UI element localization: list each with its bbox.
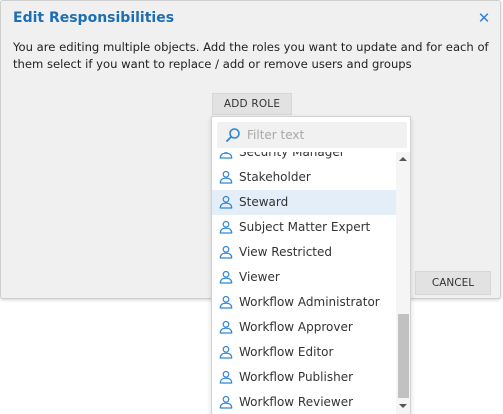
role-list-item-workflow-administrator[interactable]: Workflow Administrator bbox=[212, 290, 396, 315]
dialog-title: Edit Responsibilities bbox=[13, 10, 175, 26]
close-icon[interactable]: ✕ bbox=[476, 9, 492, 27]
role-label: Security Manager bbox=[239, 152, 345, 159]
person-icon bbox=[219, 170, 233, 184]
scrollbar[interactable] bbox=[396, 152, 410, 414]
person-icon bbox=[219, 345, 233, 359]
search-icon bbox=[226, 128, 240, 142]
role-dropdown: Filter text Security Manager Stakeholder… bbox=[211, 116, 411, 414]
role-list-viewport: Security Manager Stakeholder Steward Sub… bbox=[212, 152, 396, 414]
role-list-item-subject-matter-expert[interactable]: Subject Matter Expert bbox=[212, 215, 396, 240]
filter-placeholder: Filter text bbox=[247, 128, 305, 142]
role-list-item-workflow-approver[interactable]: Workflow Approver bbox=[212, 315, 396, 340]
person-icon bbox=[219, 395, 233, 409]
role-label: Workflow Reviewer bbox=[239, 395, 354, 409]
role-label: Workflow Publisher bbox=[239, 370, 354, 384]
add-role-button[interactable]: ADD ROLE bbox=[212, 93, 292, 115]
role-list-item-security-manager[interactable]: Security Manager bbox=[212, 152, 396, 165]
role-label: Viewer bbox=[239, 270, 280, 284]
person-icon bbox=[219, 195, 233, 209]
role-label: View Restricted bbox=[239, 245, 332, 259]
role-list-item-workflow-publisher[interactable]: Workflow Publisher bbox=[212, 365, 396, 390]
role-label: Workflow Approver bbox=[239, 320, 353, 334]
role-list-item-stakeholder[interactable]: Stakeholder bbox=[212, 165, 396, 190]
role-label: Subject Matter Expert bbox=[239, 220, 371, 234]
scroll-down-arrow-icon[interactable] bbox=[399, 404, 407, 408]
role-list-item-workflow-reviewer[interactable]: Workflow Reviewer bbox=[212, 390, 396, 414]
person-icon bbox=[219, 320, 233, 334]
role-list-item-workflow-editor[interactable]: Workflow Editor bbox=[212, 340, 396, 365]
person-icon bbox=[219, 245, 233, 259]
role-label: Workflow Editor bbox=[239, 345, 334, 359]
role-list: Security Manager Stakeholder Steward Sub… bbox=[212, 152, 396, 414]
person-icon bbox=[219, 220, 233, 234]
role-label: Stakeholder bbox=[239, 170, 311, 184]
person-icon bbox=[219, 370, 233, 384]
dialog-message: You are editing multiple objects. Add th… bbox=[13, 40, 489, 71]
cancel-button[interactable]: CANCEL bbox=[415, 271, 491, 295]
scroll-thumb[interactable] bbox=[398, 314, 409, 398]
role-label: Steward bbox=[239, 195, 289, 209]
role-label: Workflow Administrator bbox=[239, 295, 380, 309]
role-list-item-steward[interactable]: Steward bbox=[212, 190, 396, 215]
role-list-item-view-restricted[interactable]: View Restricted bbox=[212, 240, 396, 265]
role-list-item-viewer[interactable]: Viewer bbox=[212, 265, 396, 290]
person-icon bbox=[219, 295, 233, 309]
filter-input[interactable]: Filter text bbox=[217, 122, 407, 148]
scroll-up-arrow-icon[interactable] bbox=[399, 157, 407, 161]
person-icon bbox=[219, 270, 233, 284]
person-icon bbox=[219, 152, 233, 159]
